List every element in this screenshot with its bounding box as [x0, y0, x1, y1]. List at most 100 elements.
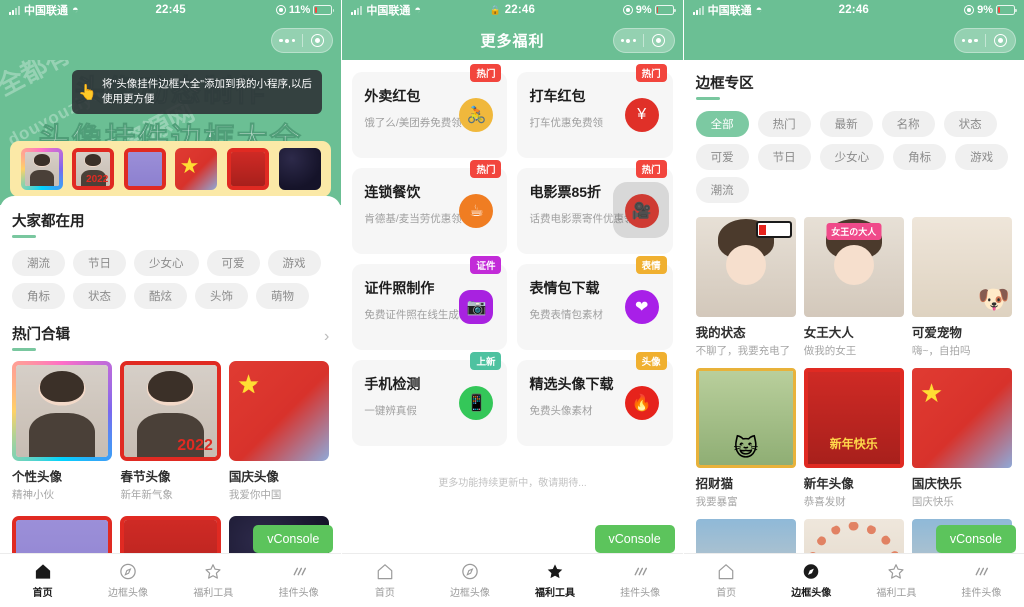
filter-chip[interactable]: 热门 [757, 111, 811, 137]
tab-pendant-avatar[interactable]: 挂件头像 [939, 562, 1024, 599]
tag-chip[interactable]: 头饰 [195, 283, 248, 309]
welfare-card-avatar-download[interactable]: 头像 精选头像下载 免费头像素材 🔥 [517, 352, 673, 446]
target-icon[interactable] [303, 34, 333, 47]
target-icon[interactable] [985, 34, 1015, 47]
tag-list: 潮流 节日 少女心 可爱 游戏 角标 状态 酷炫 头饰 萌物 [0, 238, 341, 313]
tab-label: 首页 [32, 588, 53, 599]
banner-thumb[interactable] [278, 148, 321, 190]
flame-icon: 🔥 [624, 386, 659, 420]
filter-chip[interactable]: 状态 [943, 111, 997, 137]
border-thumbnail: 女王の大人 [803, 217, 904, 318]
carrier-label: 中国联通 [24, 5, 68, 17]
welfare-footer-note: 更多功能持续更新中，敬请期待... [438, 478, 587, 489]
tab-welfare-tools[interactable]: 福利工具 [512, 562, 597, 599]
location-icon [964, 5, 975, 15]
filter-chip[interactable]: 角标 [893, 144, 947, 170]
section-title: 大家都在用 [12, 214, 85, 230]
tab-welfare-tools[interactable]: 福利工具 [854, 562, 939, 599]
banner-thumb[interactable] [21, 148, 63, 190]
signal-bars-icon [9, 5, 20, 15]
banner-thumb[interactable] [175, 148, 218, 190]
border-item[interactable]: 我的状态 不聊了，我要充电了 [695, 217, 796, 358]
tab-home[interactable]: 首页 [342, 562, 427, 599]
welfare-card-restaurant[interactable]: 热门 连锁餐饮 肯德基/麦当劳优惠领 ☕ [352, 160, 508, 254]
border-item[interactable]: 😺 招财猫 我要暴富 [695, 368, 796, 509]
welfare-card-idphoto[interactable]: 证件 证件照制作 免费证件照在线生成 📷 [352, 256, 508, 350]
tab-label: 挂件头像 [961, 588, 1002, 599]
border-subtitle: 国庆快乐 [911, 496, 954, 509]
more-dots-icon[interactable] [272, 38, 302, 43]
border-item[interactable]: 女王の大人 女王大人 做我的女王 [803, 217, 904, 358]
vconsole-button[interactable]: vConsole [935, 525, 1016, 553]
border-thumbnail [695, 217, 796, 318]
tab-pendant-avatar[interactable]: 挂件头像 [256, 562, 341, 599]
border-grid-row2: 😺 招财猫 我要暴富 新年快乐 新年头像 恭喜发财 ★ 国庆快乐 [695, 368, 1012, 509]
tab-border-avatar[interactable]: 边框头像 [769, 562, 854, 599]
collection-thumbnail: ★ [228, 361, 330, 462]
card-badge: 头像 [635, 352, 667, 370]
tab-pendant-avatar[interactable]: 挂件头像 [598, 562, 683, 599]
border-item[interactable]: 新年快乐 新年头像 恭喜发财 [803, 368, 904, 509]
tab-home[interactable]: 首页 [684, 562, 769, 599]
welfare-card-taxi[interactable]: 热门 打车红包 打车优惠免费领 ¥ [517, 64, 673, 158]
slashes-icon [293, 567, 306, 576]
star-icon [205, 564, 221, 579]
tag-chip[interactable]: 少女心 [134, 250, 199, 276]
banner-thumb[interactable]: 2022 [72, 148, 115, 190]
welfare-card-movie[interactable]: 热门 电影票85折 话费电影票寄件优惠领 🎥 [517, 160, 673, 254]
tab-border-avatar[interactable]: 边框头像 [85, 562, 170, 599]
vconsole-button[interactable]: vConsole [253, 525, 334, 553]
collection-card[interactable]: ★ 国庆头像 我爱你中国 [228, 361, 330, 502]
tag-chip[interactable]: 游戏 [267, 250, 321, 276]
tag-chip[interactable]: 可爱 [206, 250, 260, 276]
tag-chip[interactable]: 潮流 [12, 250, 65, 276]
filter-chip-all[interactable]: 全部 [695, 111, 749, 137]
tab-border-avatar[interactable]: 边框头像 [427, 562, 512, 599]
tab-bar: 首页 边框头像 福利工具 挂件头像 [342, 553, 683, 607]
welfare-card-emoji[interactable]: 表情 表情包下载 免费表情包素材 ❤ [517, 256, 673, 350]
border-title: 可爱宠物 [911, 326, 962, 341]
border-item[interactable]: 🐶 可爱宠物 嗨~，自拍吗 [911, 217, 1012, 358]
border-thumbnail: ★ [911, 368, 1012, 469]
vconsole-button[interactable]: vConsole [594, 525, 675, 553]
filter-chip[interactable]: 游戏 [955, 144, 1009, 170]
border-thumbnail: 😺 [695, 368, 796, 469]
heart-icon: ❤ [624, 290, 659, 324]
wechat-capsule[interactable] [612, 28, 675, 53]
tag-chip[interactable]: 角标 [12, 283, 65, 309]
filter-chip[interactable]: 最新 [819, 111, 873, 137]
section-hot-collections[interactable]: 热门合辑 › [0, 323, 341, 351]
tag-chip[interactable]: 萌物 [256, 283, 309, 309]
target-icon[interactable] [644, 34, 674, 47]
banner-thumb[interactable] [226, 148, 269, 190]
filter-chip[interactable]: 潮流 [695, 177, 749, 203]
tag-chip[interactable]: 状态 [73, 283, 126, 309]
border-item[interactable]: ★ 国庆快乐 国庆快乐 [911, 368, 1012, 509]
tag-chip[interactable]: 节日 [73, 250, 126, 276]
more-dots-icon[interactable] [614, 38, 644, 43]
nav-title: 更多福利 [480, 32, 545, 50]
status-bar: 中国联通 ◓ 22:46 9% [683, 0, 1024, 20]
filter-chip[interactable]: 名称 [881, 111, 935, 137]
tab-welfare-tools[interactable]: 福利工具 [171, 562, 256, 599]
filter-chip[interactable]: 可爱 [695, 144, 749, 170]
tab-label: 福利工具 [535, 588, 576, 599]
more-dots-icon[interactable] [955, 38, 985, 43]
collection-card[interactable]: 个性头像 精神小伙 [12, 361, 112, 502]
filter-chip[interactable]: 节日 [757, 144, 811, 170]
home-icon [35, 564, 50, 579]
border-subtitle: 我要暴富 [695, 496, 738, 509]
collection-card[interactable]: 2022 春节头像 新年新气象 [120, 361, 221, 502]
banner-thumb[interactable] [123, 148, 166, 190]
section-title: 边框专区 [695, 76, 754, 92]
tag-chip[interactable]: 酷炫 [134, 283, 187, 309]
wechat-capsule[interactable] [271, 28, 334, 53]
tab-home[interactable]: 首页 [0, 562, 85, 599]
card-badge: 热门 [470, 160, 502, 178]
welfare-card-phonecheck[interactable]: 上新 手机检测 一键辨真假 📱 [352, 352, 508, 446]
add-to-miniprogram-tooltip[interactable]: 👆 将"头像挂件边框大全"添加到我的小程序,以后使用更方便 [72, 70, 322, 115]
wechat-capsule[interactable] [953, 28, 1016, 53]
welfare-card-takeout[interactable]: 热门 外卖红包 饿了么/美团券免费领 🚴 [352, 64, 508, 158]
chevron-right-icon[interactable]: › [324, 328, 329, 346]
filter-chip[interactable]: 少女心 [819, 144, 885, 170]
